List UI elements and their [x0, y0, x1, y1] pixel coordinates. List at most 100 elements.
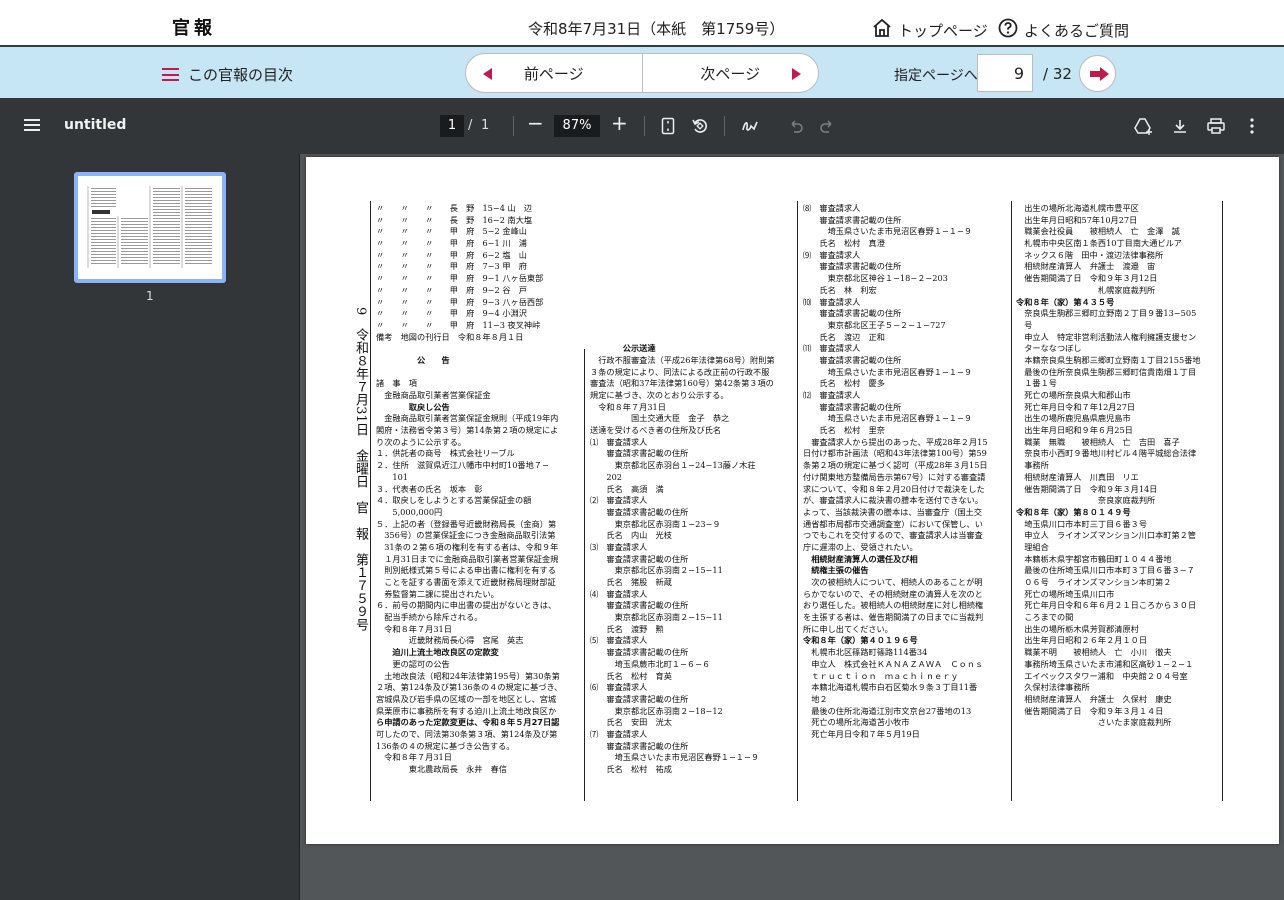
- text-line: [590, 215, 795, 227]
- text-line: 求について、令和８年２月20日付けで裁決をした: [803, 483, 985, 494]
- text-line: 相続財産清算人 弁護士 久保村 康史: [1016, 693, 1172, 704]
- fit-page-icon[interactable]: [657, 115, 679, 137]
- print-icon[interactable]: [1205, 115, 1227, 137]
- text-line: ころまでの間: [1016, 612, 1074, 623]
- text-line: 申立人 株式会社ＫＡＮＡＺＡＷＡ Ｃｏｎｓ: [803, 658, 984, 669]
- text-line: 〃 〃 〃 甲 府 11−3 夜叉神峠: [376, 319, 541, 330]
- text-line: ２．住所 滋賀県近江八幡市中村町10番地７−: [376, 460, 549, 471]
- text-line: [590, 203, 795, 215]
- go-page-button[interactable]: [1079, 55, 1116, 92]
- text-line: ⑷ 審査請求人: [590, 588, 648, 599]
- text-line: 埼玉県さいたま市見沼区春野１−１−９: [803, 226, 973, 237]
- text-line: 職業会社役員 被相続人 亡 金澤 誠: [1016, 226, 1180, 237]
- rotate-icon[interactable]: [689, 115, 711, 137]
- drive-add-icon[interactable]: [1133, 115, 1155, 137]
- text-line: 〃 〃 〃 甲 府 9−2 谷 戸: [376, 284, 527, 295]
- text-line: 令和８年（家）第４３５号: [1016, 296, 1115, 307]
- column-rule: [584, 349, 585, 801]
- toc-button[interactable]: この官報の目次: [162, 64, 293, 85]
- kanpo-logo[interactable]: 官報: [172, 14, 216, 40]
- text-line: 通省都市局都市交通調査室）において保管し、い: [803, 518, 983, 529]
- text-line: よって、当該裁決書の謄本は、当審査庁（国土交: [803, 506, 983, 517]
- prev-page-button[interactable]: 前ページ: [466, 54, 643, 92]
- text-line: 号: [1016, 319, 1033, 330]
- text-line: 東京都北区神谷１−18−２−203: [803, 273, 948, 284]
- annotate-icon[interactable]: [739, 115, 761, 137]
- text-line: 庁に遅滞の上、受領されたい。: [803, 541, 918, 552]
- text-line: 相続財産清算人 川真田 リエ: [1016, 471, 1139, 482]
- text-line: 東京都北区赤羽台１−24−13藤ノ木荘: [590, 460, 756, 471]
- text-line: 職業不明 被相続人 亡 小川 徹夫: [1016, 647, 1172, 658]
- column-rule: [1222, 201, 1223, 801]
- text-line: 規定に基づき、次のとおり公示する。: [590, 390, 729, 400]
- text-line: １月31日までに金融商品取引業者営業保証金規: [376, 553, 559, 564]
- text-line: 埼玉県さいたま市見沼区春野１−１−９: [590, 752, 760, 763]
- text-line: 備考 地図の刊行日 令和８年８月１日: [376, 331, 524, 342]
- text-line: 奈良市小西町９番地川村ビル４階平城総合法律: [1016, 448, 1197, 459]
- text-line: 審査請求書記載の住所: [803, 401, 902, 412]
- text-line: 可したので、同法第30条第３項、第124条及び第: [376, 728, 558, 739]
- text-line: 送達を受けるべき者の住所及び氏名: [590, 425, 722, 436]
- text-line: 近畿財務局長心得 宮尾 英志: [376, 635, 524, 646]
- text-line: 則別紙様式第５号による申出書に権利を有する: [376, 565, 556, 576]
- page-number-input[interactable]: [977, 54, 1033, 92]
- text-line: [590, 261, 795, 273]
- text-line: 出生年月日昭和57年10月27日: [1016, 214, 1138, 225]
- more-options-icon[interactable]: [1241, 115, 1263, 137]
- text-line: ⑹ 審査請求人: [590, 682, 648, 693]
- top-page-link[interactable]: トップページ: [872, 18, 988, 42]
- text-line: ら申請のあった定款変更は、令和８年５月27日認: [376, 717, 560, 728]
- text-line: 氏名 松村 慶多: [803, 378, 885, 389]
- zoom-level-input[interactable]: 87%: [554, 115, 600, 137]
- text-line: 令和８年７月31日: [376, 623, 452, 634]
- text-line: ことを証する書面を添えて近畿財務局理財部証: [376, 577, 556, 587]
- text-line: 札幌市北区篠路町篠路114番34: [803, 647, 928, 658]
- text-line: [590, 320, 795, 332]
- text-line: 券監督第二課に提出されたい。: [376, 588, 499, 599]
- text-line: 審査請求書記載の住所: [803, 261, 902, 272]
- text-line: が、審査請求人に裁決書の謄本を送付できない。: [803, 495, 983, 506]
- zoom-out-icon[interactable]: −: [527, 111, 544, 135]
- text-line: 諸 事 項: [376, 378, 417, 389]
- faq-link[interactable]: よくあるご質問: [998, 18, 1129, 42]
- text-line: 氏名 松村 祐成: [590, 764, 672, 774]
- pdf-page-input[interactable]: 1: [440, 115, 464, 137]
- text-line: 審査法（昭和37年法律第160号）第42条第３項の: [590, 378, 774, 389]
- text-line: 土地改良法（昭和24年法律第195号）第30条第: [376, 670, 560, 681]
- page-thumbnail[interactable]: [74, 172, 226, 283]
- text-line: 356号）の営業保証金につき金融商品取引法第: [376, 530, 556, 541]
- undo-icon[interactable]: [785, 115, 807, 137]
- zoom-in-icon[interactable]: +: [611, 111, 628, 135]
- text-line: ３条の規定により、同法による改正前の行政不服: [590, 366, 770, 377]
- text-line: [590, 332, 795, 344]
- text-line: 〃 〃 〃 甲 府 9−3 八ヶ岳西部: [376, 296, 544, 307]
- text-line: 相続財産清算人 弁護士 渡邉 宙: [1016, 261, 1156, 272]
- text-line: 最後の住所埼玉県川口市本町３丁目６番３−７: [1016, 565, 1195, 576]
- text-line: [590, 308, 795, 320]
- text-line: 久保村法律事務所: [1016, 682, 1090, 693]
- text-line: 公示送達: [590, 343, 656, 354]
- text-line: 埼玉県蕨市北町１−６−６: [590, 658, 711, 669]
- text-line: 101: [376, 471, 409, 482]
- home-icon: [872, 18, 892, 42]
- download-icon[interactable]: [1169, 115, 1191, 137]
- text-line: 職業 無職 被相続人 亡 吉田 喜子: [1016, 436, 1180, 447]
- text-line: 地２: [803, 693, 828, 704]
- text-line: ４．取戻しをしようとする営業保証金の額: [376, 495, 532, 506]
- text-line: 審査請求書記載の住所: [803, 354, 902, 365]
- text-line: 埼玉県さいたま市見沼区春野１−１−９: [803, 413, 973, 424]
- text-line: ⑶ 審査請求人: [590, 541, 648, 552]
- arrow-right-icon: [792, 68, 801, 80]
- text-line: [376, 367, 582, 379]
- pdf-menu-icon[interactable]: [24, 119, 40, 131]
- text-line: ３．代表者の氏名 坂本 彰: [376, 483, 483, 494]
- text-line: 催告期間満了日 令和９年３月14日: [1016, 483, 1158, 494]
- text-line: 氏名 松村 里奈: [803, 425, 885, 436]
- text-line: [590, 297, 795, 309]
- redo-icon[interactable]: [816, 115, 838, 137]
- text-line: 氏名 猪股 新蔵: [590, 577, 672, 587]
- text-line: ネックス６階 田中・渡辺法律事務所: [1016, 249, 1164, 260]
- next-page-button[interactable]: 次ページ: [643, 54, 819, 92]
- text-line: 〃 〃 〃 甲 府 6−1 川 浦: [376, 238, 527, 249]
- text-line: 事務所: [1016, 460, 1049, 471]
